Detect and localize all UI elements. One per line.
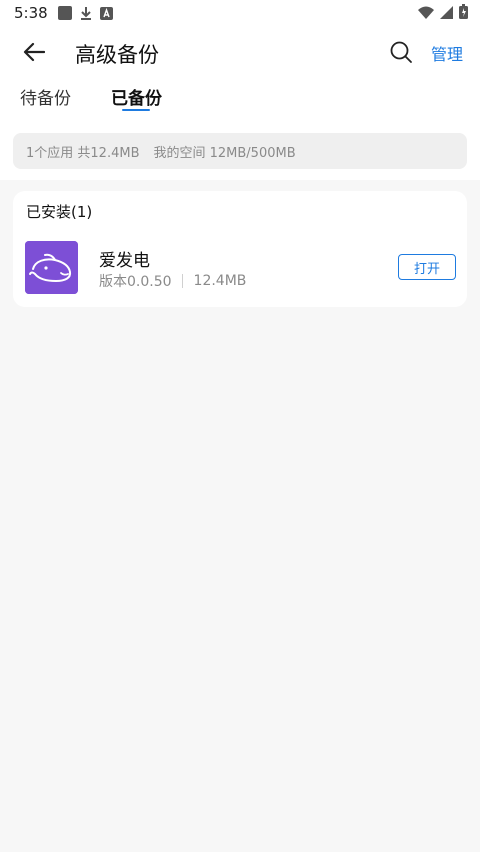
page-title: 高级备份	[75, 43, 159, 67]
meta-divider	[181, 274, 183, 288]
app-store-icon	[99, 6, 113, 20]
app-version: 版本0.0.50	[99, 274, 172, 290]
app-meta: 版本0.0.50 12.4MB	[99, 271, 246, 291]
installed-section-title: 已安装(1)	[26, 203, 93, 221]
tab-bar: 待备份 已备份	[0, 80, 480, 116]
app-name: 爱发电	[99, 251, 150, 271]
search-icon	[390, 41, 412, 63]
tab-pending-backup[interactable]: 待备份	[20, 84, 71, 109]
status-right	[418, 4, 468, 23]
notification-square-icon	[57, 6, 72, 20]
open-app-button[interactable]: 打开	[398, 254, 456, 280]
download-icon	[80, 6, 92, 20]
back-button[interactable]	[20, 38, 48, 66]
aifadian-logo-icon	[25, 241, 78, 294]
signal-icon	[440, 5, 453, 23]
tab-indicator	[122, 109, 150, 111]
app-icon	[25, 241, 78, 294]
back-arrow-icon	[23, 42, 45, 62]
status-time: 5:38	[14, 4, 48, 22]
tab-backed-up[interactable]: 已备份	[111, 84, 162, 109]
search-button[interactable]	[387, 38, 415, 66]
manage-button[interactable]: 管理	[431, 41, 463, 65]
battery-icon	[459, 4, 468, 23]
installed-card: 已安装(1) 爱发电 版本0.0.50 12.4MB 打开	[13, 191, 467, 307]
wifi-icon	[418, 5, 434, 23]
app-size: 12.4MB	[193, 273, 247, 289]
app-header: 高级备份 管理	[0, 26, 480, 80]
backup-summary: 1个应用 共12.4MB	[26, 145, 140, 161]
storage-info-bar: 1个应用 共12.4MB 我的空间 12MB/500MB	[13, 133, 467, 169]
status-bar: 5:38	[0, 0, 480, 26]
storage-space: 我的空间 12MB/500MB	[153, 145, 296, 161]
